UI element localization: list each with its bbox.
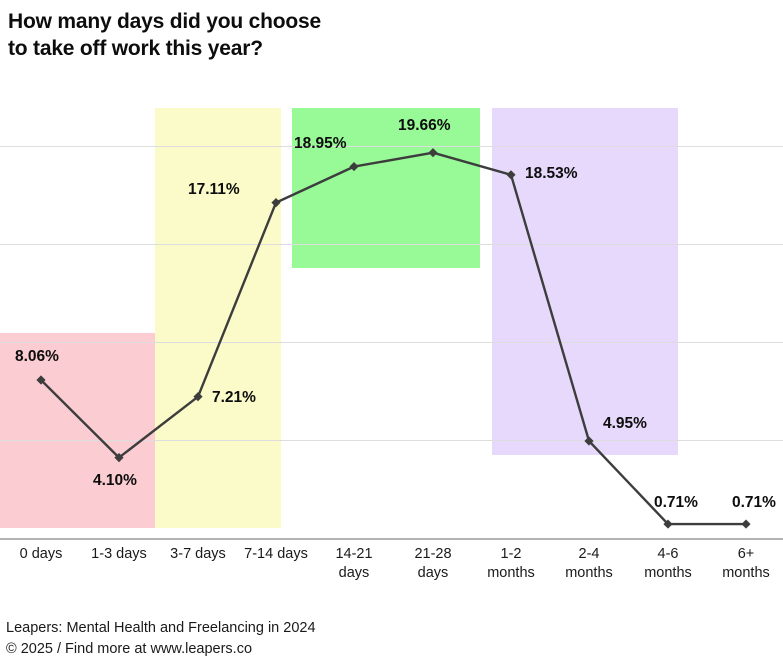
x-axis-tick-label: 21-28 days — [414, 546, 452, 581]
data-point-marker[interactable] — [506, 170, 516, 180]
data-label: 19.66% — [398, 116, 451, 134]
x-axis-tick-label: 3-7 days — [170, 546, 226, 562]
x-axis-tick-label: 4-6 months — [644, 546, 692, 581]
x-axis-tick-label: 0 days — [19, 546, 63, 562]
data-label: 0.71% — [654, 494, 698, 512]
x-axis-line — [0, 538, 783, 540]
data-label: 7.21% — [212, 388, 256, 406]
data-label: 18.53% — [525, 164, 578, 182]
x-axis-tick-label: 6+ months — [722, 546, 770, 581]
data-point-marker[interactable] — [428, 148, 438, 158]
x-axis-tick-label: 1-3 days — [91, 546, 147, 562]
x-axis-tick-label: 1-2 months — [487, 546, 535, 581]
data-label: 17.11% — [188, 180, 240, 198]
x-axis-tick-label: 7-14 days — [244, 546, 308, 562]
x-axis-labels: 0 days 1-3 days 3-7 days 7-14 days 14-21 day… — [0, 545, 783, 595]
data-label: 0.71% — [732, 494, 776, 512]
chart-plot-area: 8.06% 4.10% 7.21% 17.11% 18.95% 19.66% 18.53% 4… — [0, 95, 783, 540]
data-label: 18.95% — [294, 134, 347, 152]
series-line — [39, 151, 748, 526]
series-markers — [36, 148, 751, 529]
data-label: 4.95% — [603, 414, 647, 432]
x-axis-tick-label: 14-21 days — [335, 546, 373, 581]
source-footer: Leapers: Mental Health and Freelancing i… — [6, 620, 316, 657]
data-point-marker[interactable] — [741, 519, 751, 529]
data-point-marker[interactable] — [349, 161, 359, 172]
data-point-marker[interactable] — [271, 198, 281, 208]
x-axis-tick-label: 2-4 months — [565, 546, 613, 581]
page-title: How many days did you choose to take off… — [8, 10, 321, 60]
data-label: 4.10% — [93, 471, 137, 489]
data-label: 8.06% — [15, 348, 59, 366]
